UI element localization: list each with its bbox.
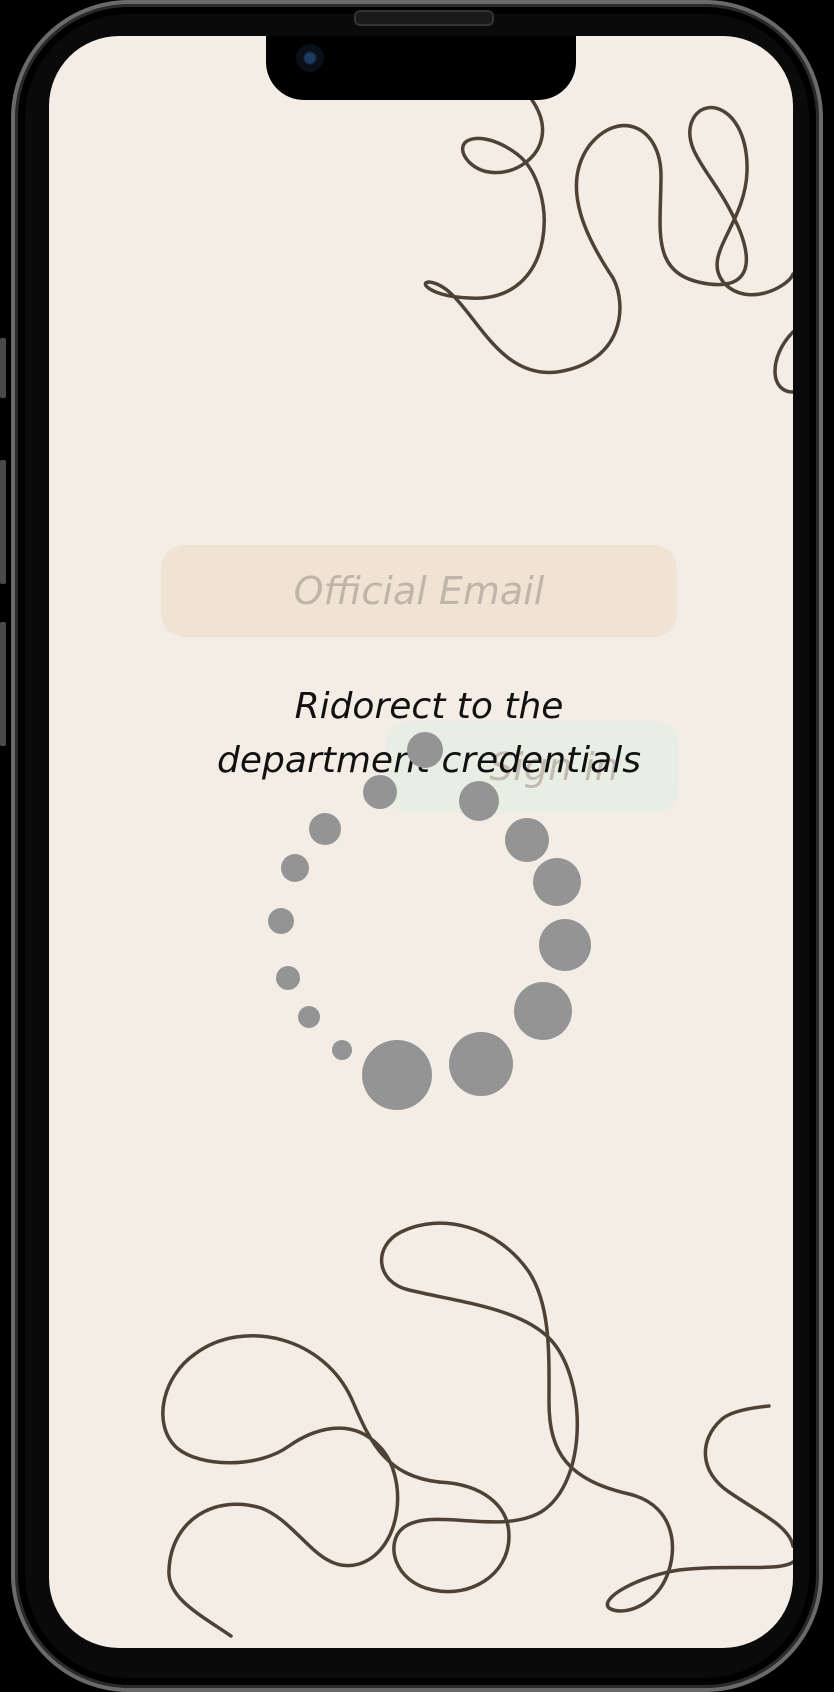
speaker-grille xyxy=(354,10,494,26)
spinner-dot xyxy=(276,966,300,990)
spinner-dot xyxy=(298,1006,320,1028)
phone-side-button-volume-down xyxy=(0,622,6,746)
spinner-dot xyxy=(281,854,309,882)
spinner-dot xyxy=(407,732,443,768)
app-screen: Sign in Ridorect to the department crede… xyxy=(49,36,793,1648)
spinner-dot xyxy=(459,781,499,821)
spinner-dot xyxy=(309,813,341,845)
spinner-dot xyxy=(363,775,397,809)
spinner-dot xyxy=(332,1040,352,1060)
spinner-dot xyxy=(533,858,581,906)
spinner-dot xyxy=(505,818,549,862)
phone-side-button-volume-up xyxy=(0,460,6,584)
spinner-dot xyxy=(514,982,572,1040)
front-camera xyxy=(296,44,324,72)
phone-side-button-mute xyxy=(0,338,6,398)
spinner-dot xyxy=(362,1040,432,1110)
loading-spinner-icon xyxy=(268,732,591,1110)
spinner-dot xyxy=(268,908,294,934)
spinner-dot xyxy=(449,1032,513,1096)
spinner-dot xyxy=(539,919,591,971)
